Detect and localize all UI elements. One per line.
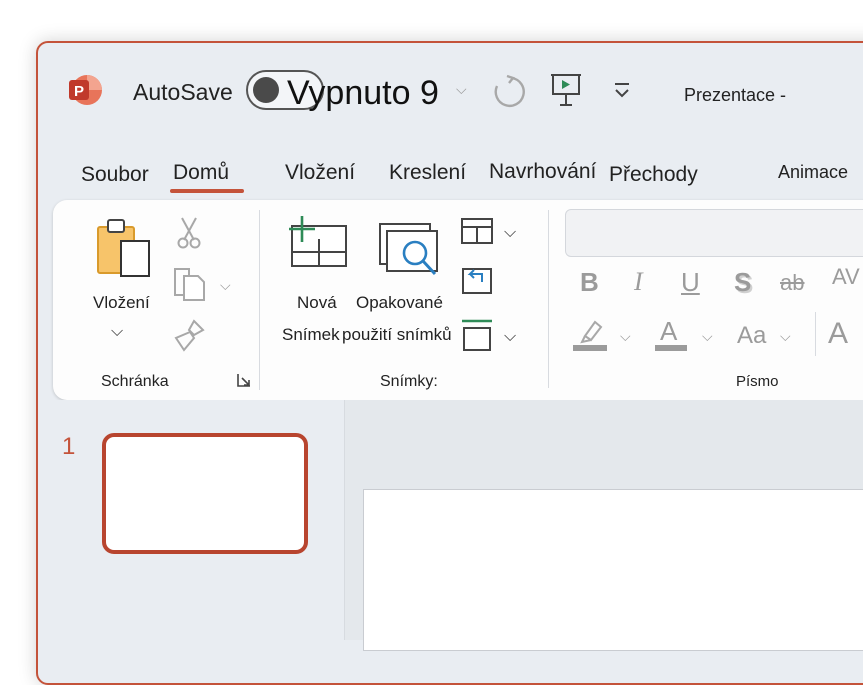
redo-icon[interactable] bbox=[490, 73, 526, 109]
italic-button[interactable]: I bbox=[634, 267, 643, 297]
undo-chevron-down-icon[interactable]: ⌵ bbox=[456, 81, 467, 98]
highlight-icon[interactable] bbox=[573, 318, 607, 352]
font-name-box[interactable] bbox=[565, 209, 863, 257]
reuse-slides-icon[interactable] bbox=[377, 221, 441, 279]
powerpoint-logo-icon: P bbox=[69, 75, 102, 105]
copy-icon[interactable] bbox=[172, 266, 208, 302]
reset-icon[interactable] bbox=[460, 266, 494, 296]
font-group-label: Písmo bbox=[736, 373, 779, 390]
change-case-button[interactable]: Aa bbox=[737, 322, 766, 350]
reuse-slides-label-line2: použití snímků bbox=[342, 325, 452, 344]
new-slide-label-line1: Nová bbox=[297, 293, 337, 312]
tab-vlozeni[interactable]: Vložení bbox=[285, 161, 355, 185]
svg-text:P: P bbox=[74, 83, 84, 100]
copy-chevron-down-icon[interactable]: ⌵ bbox=[220, 277, 231, 294]
layout-chevron-down-icon[interactable]: ⌵ bbox=[504, 224, 516, 242]
autosave-state: Vypnuto 9 bbox=[287, 74, 439, 112]
dialog-launcher-icon[interactable] bbox=[236, 372, 252, 388]
clipboard-group-label: Schránka bbox=[101, 373, 169, 390]
group-separator bbox=[548, 210, 549, 388]
slide-thumbnail[interactable] bbox=[102, 433, 308, 554]
cut-icon[interactable] bbox=[176, 216, 202, 250]
toggle-knob bbox=[253, 77, 279, 103]
font-color-swatch bbox=[655, 345, 687, 351]
font-color-chevron-down-icon[interactable]: ⌵ bbox=[702, 328, 713, 345]
paste-label: Vložení bbox=[93, 293, 150, 312]
format-painter-icon[interactable] bbox=[172, 318, 206, 352]
paste-chevron-down-icon[interactable]: ⌵ bbox=[111, 323, 123, 341]
section-icon[interactable] bbox=[461, 318, 493, 352]
paste-icon[interactable] bbox=[95, 215, 153, 279]
grow-font-button[interactable]: A bbox=[828, 317, 848, 351]
layout-icon[interactable] bbox=[461, 218, 493, 244]
tab-domu[interactable]: Domů bbox=[173, 161, 229, 185]
highlight-chevron-down-icon[interactable]: ⌵ bbox=[620, 328, 631, 345]
group-separator bbox=[259, 210, 260, 390]
slides-group-label: Snímky: bbox=[380, 373, 438, 390]
tab-navrhovani[interactable]: Navrhování bbox=[489, 160, 596, 184]
customize-toolbar-chevron-icon[interactable] bbox=[612, 82, 632, 100]
section-chevron-down-icon[interactable]: ⌵ bbox=[504, 328, 516, 346]
new-slide-label-line2: Snímek bbox=[282, 325, 340, 344]
active-tab-indicator bbox=[170, 189, 244, 193]
slide-number: 1 bbox=[62, 433, 76, 460]
strikethrough-button[interactable]: ab bbox=[780, 270, 804, 296]
autosave-label: AutoSave bbox=[133, 79, 233, 105]
underline-button[interactable]: U bbox=[681, 267, 700, 298]
font-separator bbox=[815, 312, 816, 356]
font-color-button[interactable]: A bbox=[660, 316, 677, 347]
tab-soubor[interactable]: Soubor bbox=[81, 163, 149, 187]
slide-canvas[interactable] bbox=[363, 489, 863, 651]
tab-kresleni[interactable]: Kreslení bbox=[389, 161, 466, 185]
tab-prechody[interactable]: Přechody bbox=[609, 163, 698, 187]
document-title: Prezentace - bbox=[684, 85, 787, 105]
text-shadow-button[interactable]: S bbox=[734, 267, 751, 298]
bold-button[interactable]: B bbox=[580, 267, 599, 298]
reuse-slides-label-line1: Opakované bbox=[356, 293, 443, 312]
character-spacing-button[interactable]: AV bbox=[832, 264, 860, 290]
change-case-chevron-down-icon[interactable]: ⌵ bbox=[780, 328, 791, 345]
tab-animace[interactable]: Animace bbox=[778, 162, 848, 183]
present-from-start-icon[interactable] bbox=[550, 72, 582, 108]
new-slide-icon[interactable] bbox=[286, 214, 348, 270]
